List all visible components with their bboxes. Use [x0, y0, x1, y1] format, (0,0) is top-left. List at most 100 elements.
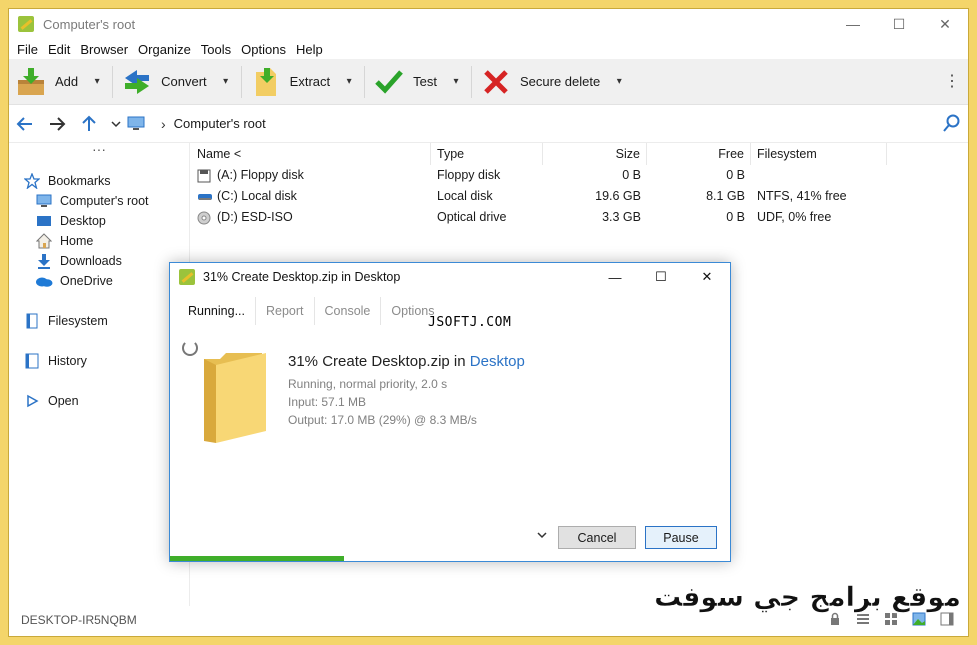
- menu-browser[interactable]: Browser: [75, 42, 133, 57]
- table-row[interactable]: (D:) ESD-ISO Optical drive 3.3 GB 0 B UD…: [191, 207, 968, 228]
- computer-name: DESKTOP-IR5NQBM: [21, 613, 137, 627]
- more-options-icon[interactable]: ⋮: [944, 59, 960, 105]
- extract-button[interactable]: Extract ▾: [244, 59, 362, 105]
- tab-running[interactable]: Running...: [178, 297, 256, 325]
- dialog-title-bar: 31% Create Desktop.zip in Desktop — ☐ ✕: [170, 263, 730, 291]
- star-icon: [23, 173, 41, 189]
- sidebar-more-icon[interactable]: ···: [9, 142, 189, 159]
- breadcrumb-separator: ›: [161, 115, 166, 132]
- panel-toggle-icon[interactable]: [940, 612, 954, 626]
- extract-label: Extract: [289, 74, 331, 89]
- column-size[interactable]: Size: [543, 143, 647, 165]
- menu-help[interactable]: Help: [291, 42, 328, 57]
- chevron-down-icon[interactable]: [536, 529, 548, 544]
- destination-link[interactable]: Desktop: [470, 353, 525, 370]
- column-free[interactable]: Free: [647, 143, 751, 165]
- peazip-app-icon: [179, 269, 195, 285]
- sidebar-item-home[interactable]: Home: [9, 231, 189, 251]
- chevron-down-icon[interactable]: ▾: [90, 76, 104, 87]
- toolbar-separator: [470, 65, 472, 98]
- home-icon: [35, 233, 53, 249]
- chevron-down-icon[interactable]: ▾: [219, 76, 233, 87]
- red-x-icon: [480, 66, 512, 98]
- toolbar: Add ▾ Convert ▾ Extract ▾ Test ▾ Secure …: [9, 59, 968, 105]
- folder-icon: [202, 351, 268, 447]
- menu-edit[interactable]: Edit: [43, 42, 75, 57]
- pause-button[interactable]: Pause: [645, 526, 717, 549]
- file-list-header: Name < Type Size Free Filesystem: [191, 143, 968, 165]
- monitor-icon: [127, 116, 147, 132]
- column-name[interactable]: Name <: [191, 143, 431, 165]
- column-filesystem[interactable]: Filesystem: [751, 143, 887, 165]
- table-row[interactable]: (A:) Floppy disk Floppy disk 0 B 0 B: [191, 165, 968, 186]
- convert-button[interactable]: Convert ▾: [115, 59, 239, 105]
- minimize-button[interactable]: —: [830, 9, 876, 39]
- chevron-down-icon[interactable]: ▾: [342, 76, 356, 87]
- search-icon[interactable]: [942, 113, 962, 133]
- back-arrow-icon[interactable]: [9, 109, 41, 139]
- maximize-button[interactable]: ☐: [876, 9, 922, 39]
- chevron-down-icon[interactable]: ▾: [449, 76, 463, 87]
- add-button[interactable]: Add ▾: [9, 59, 110, 105]
- grid-view-icon[interactable]: [884, 612, 898, 626]
- menu-organize[interactable]: Organize: [133, 42, 196, 57]
- details-view-icon[interactable]: [856, 612, 870, 626]
- title-bar: Computer's root — ☐ ✕: [9, 9, 968, 39]
- column-type[interactable]: Type: [431, 143, 543, 165]
- checkmark-icon: [373, 66, 405, 98]
- play-icon: [23, 393, 41, 409]
- secure-delete-label: Secure delete: [519, 74, 601, 89]
- sidebar-item-desktop[interactable]: Desktop: [9, 211, 189, 231]
- sidebar-item-downloads[interactable]: Downloads: [9, 251, 189, 271]
- sidebar: ··· Bookmarks Computer's root Desktop Ho…: [9, 142, 190, 606]
- add-label: Add: [55, 74, 79, 89]
- arabic-watermark: موقع برامج جي سوفت: [654, 582, 961, 614]
- tab-console[interactable]: Console: [315, 297, 382, 325]
- breadcrumb-current[interactable]: Computer's root: [174, 116, 266, 131]
- menu-file[interactable]: File: [12, 42, 43, 57]
- operation-heading: 31% Create Desktop.zip in Desktop: [288, 353, 525, 370]
- dialog-tabs: Running... Report Console Options: [178, 297, 444, 325]
- toolbar-separator: [364, 65, 366, 98]
- up-arrow-icon[interactable]: [73, 109, 105, 139]
- lock-icon[interactable]: [828, 612, 842, 626]
- toolbar-separator: [112, 65, 114, 98]
- status-line: Running, normal priority, 2.0 s: [288, 377, 448, 391]
- dialog-close-button[interactable]: ✕: [684, 263, 730, 291]
- file-list: Name < Type Size Free Filesystem (A:) Fl…: [191, 143, 968, 228]
- optical-disc-icon: [197, 211, 217, 225]
- dialog-minimize-button[interactable]: —: [592, 263, 638, 291]
- file-icon: [23, 313, 41, 329]
- sidebar-item-computers-root[interactable]: Computer's root: [9, 191, 189, 211]
- input-line: Input: 57.1 MB: [288, 395, 367, 409]
- progress-fill: [170, 556, 344, 561]
- table-row[interactable]: (C:) Local disk Local disk 19.6 GB 8.1 G…: [191, 186, 968, 207]
- sidebar-item-onedrive[interactable]: OneDrive: [9, 271, 189, 291]
- secure-delete-button[interactable]: Secure delete ▾: [474, 59, 632, 105]
- tab-report[interactable]: Report: [256, 297, 315, 325]
- dialog-maximize-button[interactable]: ☐: [638, 263, 684, 291]
- history-dropdown-icon[interactable]: [105, 109, 127, 139]
- sidebar-item-bookmarks[interactable]: Bookmarks: [9, 171, 189, 191]
- sidebar-item-filesystem[interactable]: Filesystem: [9, 311, 189, 331]
- history-icon: [23, 353, 41, 369]
- close-button[interactable]: ✕: [922, 9, 968, 39]
- cancel-button[interactable]: Cancel: [558, 526, 636, 549]
- sidebar-item-history[interactable]: History: [9, 351, 189, 371]
- monitor-icon: [35, 193, 53, 209]
- desktop-icon: [35, 213, 53, 229]
- convert-label: Convert: [161, 74, 207, 89]
- test-label: Test: [413, 74, 437, 89]
- download-icon: [35, 253, 53, 269]
- address-bar: › Computer's root: [9, 105, 968, 143]
- floppy-icon: [197, 169, 217, 183]
- extract-folder-icon: [250, 66, 282, 98]
- chevron-down-icon[interactable]: ▾: [612, 76, 626, 87]
- test-button[interactable]: Test ▾: [367, 59, 469, 105]
- sidebar-item-open[interactable]: Open: [9, 391, 189, 411]
- image-preview-icon[interactable]: [912, 612, 926, 626]
- forward-arrow-icon[interactable]: [41, 109, 73, 139]
- menu-tools[interactable]: Tools: [196, 42, 236, 57]
- window-title: Computer's root: [43, 16, 136, 32]
- menu-options[interactable]: Options: [236, 42, 291, 57]
